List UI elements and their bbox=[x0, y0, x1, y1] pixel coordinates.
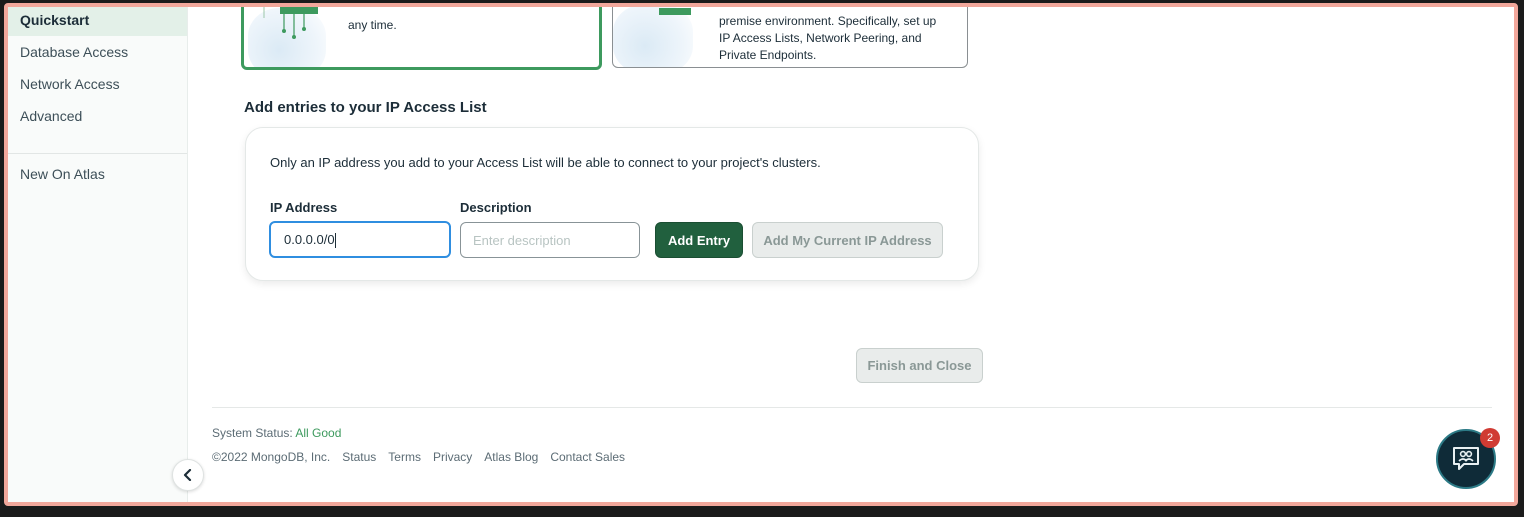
chevron-left-icon bbox=[183, 469, 192, 481]
ip-access-panel: Only an IP address you add to your Acces… bbox=[245, 127, 979, 281]
add-entry-button[interactable]: Add Entry bbox=[655, 222, 743, 258]
card-text: any time. bbox=[348, 18, 397, 32]
sidebar-item-quickstart[interactable]: Quickstart bbox=[8, 7, 187, 36]
panel-description: Only an IP address you add to your Acces… bbox=[270, 155, 821, 170]
footer-divider bbox=[212, 407, 1492, 408]
sidebar-item-new-on-atlas[interactable]: New On Atlas bbox=[8, 158, 187, 190]
option-card-local[interactable]: any time. bbox=[241, 7, 602, 70]
footer-links: ©2022 MongoDB, Inc. Status Terms Privacy… bbox=[212, 450, 625, 464]
ip-address-label: IP Address bbox=[270, 200, 338, 215]
footer-link-terms[interactable]: Terms bbox=[388, 450, 421, 464]
add-current-ip-button[interactable]: Add My Current IP Address bbox=[752, 222, 943, 258]
text-caret bbox=[334, 233, 336, 249]
app-window: Quickstart Database Access Network Acces… bbox=[4, 3, 1518, 506]
chat-users-icon bbox=[1453, 447, 1479, 470]
sidebar-item-advanced[interactable]: Advanced bbox=[8, 100, 187, 132]
collapse-sidebar-button[interactable] bbox=[172, 459, 204, 491]
system-status: System Status: All Good bbox=[212, 426, 342, 440]
footer-link-contact-sales[interactable]: Contact Sales bbox=[550, 450, 625, 464]
ip-address-input[interactable]: 0.0.0.0/0 bbox=[269, 221, 451, 258]
footer-link-status[interactable]: Status bbox=[342, 450, 376, 464]
status-value-link[interactable]: All Good bbox=[295, 426, 341, 440]
sidebar-divider bbox=[8, 153, 187, 154]
description-label: Description bbox=[460, 200, 532, 215]
footer-link-atlas-blog[interactable]: Atlas Blog bbox=[484, 450, 538, 464]
option-card-cloud[interactable]: premise environment. Specifically, set u… bbox=[612, 7, 968, 68]
description-input[interactable] bbox=[460, 222, 640, 258]
sidebar-item-database-access[interactable]: Database Access bbox=[8, 36, 187, 68]
server-illustration-icon bbox=[263, 7, 318, 39]
footer-link-privacy[interactable]: Privacy bbox=[433, 450, 472, 464]
section-title: Add entries to your IP Access List bbox=[244, 99, 487, 116]
sidebar-item-network-access[interactable]: Network Access bbox=[8, 68, 187, 100]
finish-and-close-button[interactable]: Finish and Close bbox=[856, 348, 983, 383]
card-text: premise environment. Specifically, set u… bbox=[719, 14, 937, 62]
sidebar: Quickstart Database Access Network Acces… bbox=[8, 7, 188, 502]
copyright: ©2022 MongoDB, Inc. bbox=[212, 450, 331, 464]
notification-badge: 2 bbox=[1480, 428, 1500, 448]
cloud-illustration-icon bbox=[659, 8, 691, 15]
